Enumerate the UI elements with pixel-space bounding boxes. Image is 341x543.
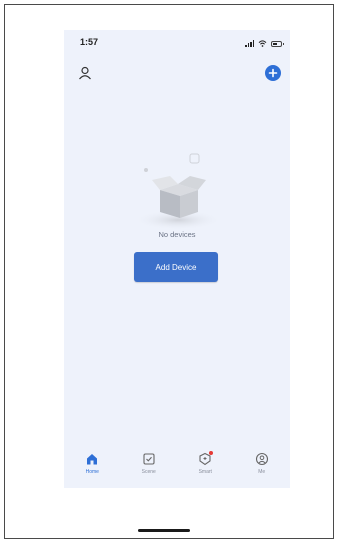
status-time: 1:57 [80, 37, 99, 47]
status-icons [245, 39, 284, 47]
checkbox-icon [143, 453, 155, 465]
notification-badge [209, 451, 214, 455]
home-indicator [138, 529, 190, 532]
tab-label: Me [258, 469, 266, 475]
bottom-tab-bar: Home Scene Smart Me [64, 450, 290, 488]
tab-home[interactable]: Home [72, 452, 112, 475]
wifi-icon [258, 40, 267, 47]
smart-icon-wrapper [198, 451, 214, 466]
signal-icon [245, 40, 254, 47]
user-circle-icon [255, 452, 268, 466]
plus-circle-icon[interactable] [265, 65, 281, 81]
tab-me[interactable]: Me [242, 452, 282, 475]
tab-label: Smart [198, 469, 212, 475]
add-device-button[interactable]: Add Device [134, 252, 218, 282]
tab-label: Home [85, 469, 99, 475]
empty-box-illustration [134, 153, 222, 230]
tab-label: Scene [141, 469, 156, 475]
battery-icon [271, 41, 284, 47]
plus-icon [268, 68, 278, 78]
home-icon [87, 454, 98, 465]
phone-screen: 1:57 No devices Add Device Home Scene Sm… [64, 30, 290, 488]
empty-state-message: No devices [158, 230, 196, 239]
tab-scene[interactable]: Scene [129, 452, 169, 475]
tab-smart[interactable]: Smart [185, 451, 225, 475]
person-icon[interactable] [78, 66, 92, 80]
status-bar: 1:57 [64, 30, 290, 52]
